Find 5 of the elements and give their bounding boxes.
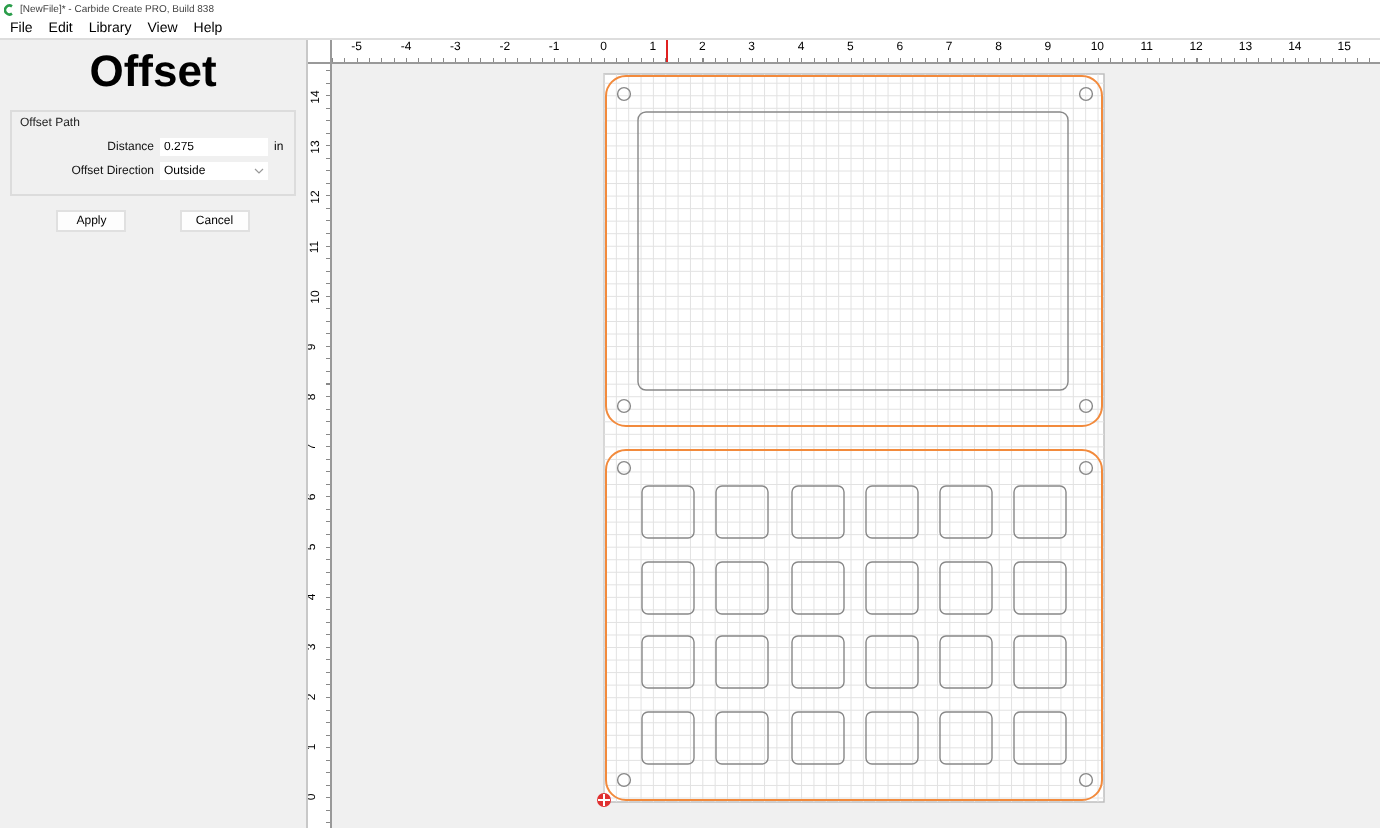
origin-marker-icon (597, 793, 611, 807)
panel-title: Offset (87, 46, 219, 98)
app-logo-icon (4, 3, 14, 15)
cursor-marker (666, 40, 668, 62)
chevron-down-icon (254, 168, 264, 174)
